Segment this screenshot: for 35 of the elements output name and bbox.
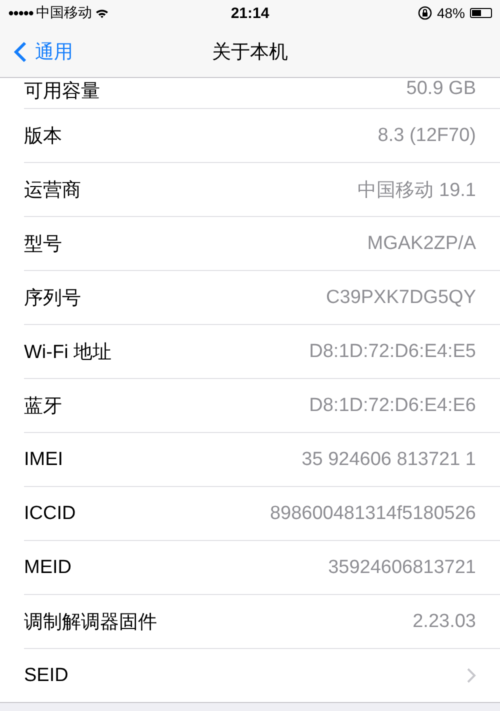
settings-row[interactable]: SEID <box>24 649 500 702</box>
rotation-lock-icon <box>418 6 432 20</box>
chevron-icon <box>467 668 476 683</box>
row-value: 8.3 (12F70) <box>378 124 476 146</box>
page-title: 关于本机 <box>212 40 288 64</box>
row-label: SEID <box>24 664 70 686</box>
row-value: 898600481314f5180526 <box>270 502 476 524</box>
row-label: Wi-Fi 地址 <box>24 340 113 364</box>
row-label: MEID <box>24 556 72 578</box>
row-value: C39PXK7DG5QY <box>326 286 476 308</box>
carrier-name: 中国移动 <box>36 4 92 22</box>
row-label: 调制解调器固件 <box>24 610 158 634</box>
row-value: D8:1D:72:D6:E4:E5 <box>309 340 476 362</box>
row-label: 型号 <box>24 232 63 256</box>
row-label: IMEI <box>24 448 64 470</box>
row-value: 50.9 GB <box>406 78 476 100</box>
row-value: MGAK2ZP/A <box>367 232 476 254</box>
row-label: 蓝牙 <box>24 394 63 418</box>
battery-percent: 48% <box>436 5 465 21</box>
row-label: 可用容量 <box>24 80 101 104</box>
row-value: 35924606813721 <box>328 556 476 578</box>
row-label: ICCID <box>24 502 77 524</box>
battery-icon <box>470 8 492 18</box>
row-value: 35 924606 813721 1 <box>302 448 476 470</box>
row-label: 版本 <box>24 124 63 148</box>
row-value: 中国移动 19.1 <box>358 178 476 202</box>
row-value: 2.23.03 <box>412 610 476 632</box>
row-label: 运营商 <box>24 178 82 202</box>
row-value: D8:1D:72:D6:E4:E6 <box>309 394 476 416</box>
clock-time: 21:14 <box>230 4 270 22</box>
back-button[interactable]: 通用 <box>0 38 73 64</box>
back-chevron-icon <box>14 40 27 62</box>
wifi-icon <box>95 8 110 18</box>
row-label: 序列号 <box>24 286 82 310</box>
signal-dots: ●●●●● <box>8 8 34 18</box>
